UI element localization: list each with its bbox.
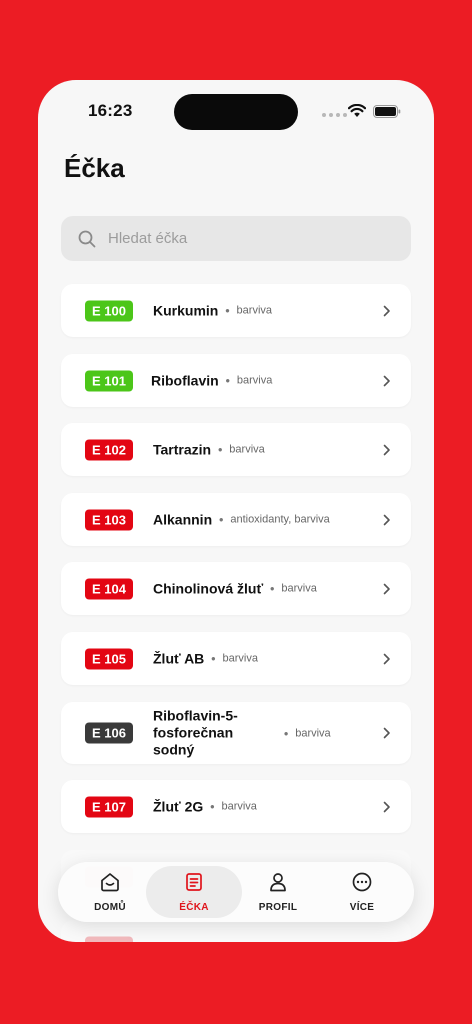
- e-code-badge: E 103: [85, 509, 133, 530]
- chevron-right-icon: [383, 727, 391, 739]
- item-name: Tartrazin: [153, 441, 212, 457]
- tab-label: PROFIL: [258, 902, 298, 913]
- e-code-badge: E 107: [85, 796, 133, 817]
- item-title: Žluť 2G • barviva: [153, 798, 257, 814]
- home-icon: [99, 871, 121, 898]
- search-icon: [78, 230, 96, 248]
- item-name: Žluť 2G: [153, 798, 204, 814]
- list-item[interactable]: E 105 Žluť AB • barviva: [61, 632, 411, 685]
- list-item[interactable]: E 104 Chinolinová žluť • barviva: [61, 562, 411, 615]
- item-category: barviva: [229, 443, 265, 456]
- item-title: Žluť AB • barviva: [153, 650, 258, 666]
- e-code-badge: E 100: [85, 300, 133, 321]
- item-category: barviva: [295, 727, 331, 739]
- status-time: 16:23: [88, 101, 133, 120]
- battery-icon: [373, 105, 401, 118]
- item-title: Alkannin • antioxidanty, barviva: [153, 511, 330, 527]
- tab-bar: DOMŮ ÉČKA PROFIL VÍCE: [58, 862, 414, 922]
- tab-more[interactable]: VÍCE: [314, 866, 410, 918]
- chevron-right-icon: [383, 801, 391, 813]
- e-code-badge: E 104: [85, 578, 133, 599]
- item-title: Riboflavin-5-fosforečnan sodný • barviva: [153, 707, 331, 758]
- tab-ecka[interactable]: ÉČKA: [146, 866, 242, 918]
- phone-screen: 16:23 Éčka E 100 Kurkumin•barviva E 101 …: [38, 80, 434, 942]
- e-code-badge: E 106: [85, 722, 133, 744]
- item-name: Alkannin: [153, 511, 213, 527]
- more-icon: [351, 871, 373, 898]
- list-item[interactable]: E 103 Alkannin • antioxidanty, barviva: [61, 493, 411, 546]
- tab-label: VÍCE: [349, 902, 375, 913]
- item-title: Riboflavin • barviva: [151, 372, 273, 388]
- item-name: Riboflavin: [151, 372, 219, 388]
- item-category: barviva: [281, 582, 317, 595]
- search-input[interactable]: [108, 230, 378, 247]
- list-item[interactable]: E 106 Riboflavin-5-fosforečnan sodný • bar…: [61, 702, 411, 764]
- item-title: Chinolinová žluť • barviva: [153, 580, 317, 596]
- cellular-signal-icon: [322, 113, 347, 117]
- item-category: barviva: [222, 652, 258, 665]
- e-code-badge: E 102: [85, 439, 133, 460]
- wifi-icon: [348, 104, 366, 117]
- chevron-right-icon: [383, 514, 391, 526]
- e-code-badge: E 101: [85, 370, 133, 391]
- dynamic-island: [174, 94, 298, 130]
- item-category: barviva: [221, 800, 257, 813]
- item-title: Tartrazin • barviva: [153, 441, 265, 457]
- status-bar: 16:23: [38, 80, 434, 144]
- item-name: Kurkumin: [153, 302, 219, 318]
- chevron-right-icon: [383, 583, 391, 595]
- search-bar[interactable]: [61, 216, 411, 261]
- list-icon: [183, 871, 205, 898]
- list-item-partial: [61, 920, 411, 942]
- item-category: antioxidanty, barviva: [230, 513, 330, 526]
- list-item[interactable]: E 101 Riboflavin • barviva: [61, 354, 411, 407]
- person-icon: [267, 871, 289, 898]
- tab-label: ÉČKA: [179, 902, 209, 913]
- e-code-badge-partial: [85, 936, 133, 942]
- list-item[interactable]: E 107 Žluť 2G • barviva: [61, 780, 411, 833]
- item-name: Chinolinová žluť: [153, 580, 264, 596]
- page-title: Éčka: [64, 153, 125, 183]
- item-name: Žluť AB: [153, 650, 205, 666]
- tab-home[interactable]: DOMŮ: [62, 866, 158, 918]
- chevron-right-icon: [383, 653, 391, 665]
- item-title: Kurkumin • barviva: [153, 302, 273, 318]
- chevron-right-icon: [383, 375, 391, 387]
- tab-label: DOMŮ: [94, 902, 126, 913]
- item-category: barviva: [236, 304, 273, 317]
- chevron-right-icon: [383, 444, 391, 456]
- tab-profile[interactable]: PROFIL: [230, 866, 326, 918]
- item-name: Riboflavin-5-fosforečnan sodný: [153, 707, 238, 758]
- e-code-badge: E 105: [85, 648, 133, 669]
- list-item[interactable]: E 100 Kurkumin • barviva: [61, 284, 411, 337]
- list-item[interactable]: E 102 Tartrazin • barviva: [61, 423, 411, 476]
- item-category: barviva: [236, 374, 273, 387]
- chevron-right-icon: [383, 305, 391, 317]
